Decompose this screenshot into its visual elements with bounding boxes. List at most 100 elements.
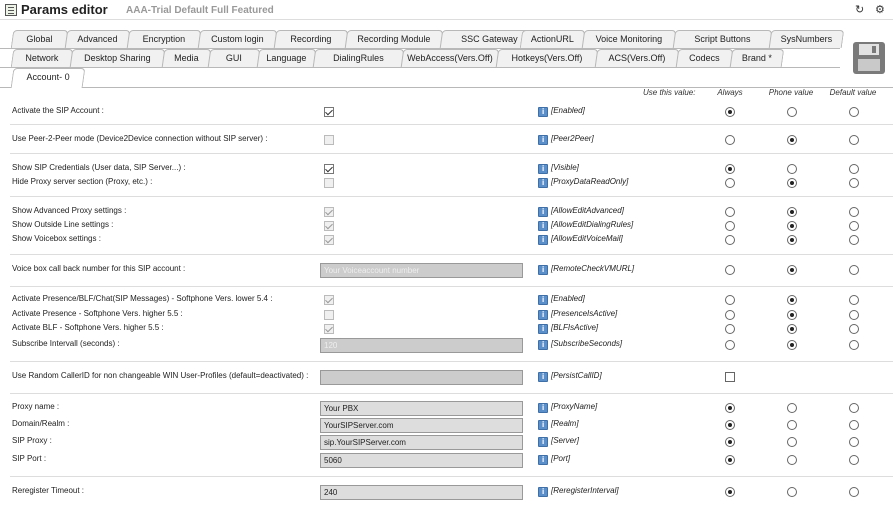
always-radio[interactable] xyxy=(725,221,735,231)
info-icon[interactable] xyxy=(538,372,548,382)
setting-checkbox[interactable] xyxy=(324,207,334,217)
always-radio[interactable] xyxy=(725,340,735,350)
tab-recording[interactable]: Recording xyxy=(273,30,349,48)
always-radio[interactable] xyxy=(725,420,735,430)
setting-input[interactable]: 240 xyxy=(320,485,523,500)
setting-input[interactable]: Your Voiceaccount number xyxy=(320,263,523,278)
setting-checkbox[interactable] xyxy=(324,310,334,320)
info-icon[interactable] xyxy=(538,265,548,275)
tab-brand[interactable]: Brand * xyxy=(729,49,785,67)
default-radio[interactable] xyxy=(849,455,859,465)
info-icon[interactable] xyxy=(538,340,548,350)
tab-dialingrules[interactable]: DialingRules xyxy=(312,49,405,67)
tab-encryption[interactable]: Encryption xyxy=(126,30,202,48)
phone-radio[interactable] xyxy=(787,178,797,188)
always-radio[interactable] xyxy=(725,178,735,188)
phone-radio[interactable] xyxy=(787,295,797,305)
tab-actionurl[interactable]: ActionURL xyxy=(519,30,586,48)
tab-sysnumbers[interactable]: SysNumbers xyxy=(768,30,845,48)
setting-input[interactable]: YourSIPServer.com xyxy=(320,418,523,433)
always-radio[interactable] xyxy=(725,265,735,275)
default-radio[interactable] xyxy=(849,437,859,447)
default-radio[interactable] xyxy=(849,340,859,350)
phone-radio[interactable] xyxy=(787,107,797,117)
default-radio[interactable] xyxy=(849,178,859,188)
always-checkbox[interactable] xyxy=(725,372,735,382)
info-icon[interactable] xyxy=(538,310,548,320)
default-radio[interactable] xyxy=(849,403,859,413)
always-radio[interactable] xyxy=(725,207,735,217)
settings-icon[interactable]: ⚙ xyxy=(875,3,885,16)
always-radio[interactable] xyxy=(725,310,735,320)
phone-radio[interactable] xyxy=(787,221,797,231)
tab-account-0[interactable]: Account- 0 xyxy=(10,68,86,88)
default-radio[interactable] xyxy=(849,207,859,217)
tab-hotkeys-vers-off[interactable]: Hotkeys(Vers.Off) xyxy=(495,49,599,67)
phone-radio[interactable] xyxy=(787,135,797,145)
default-radio[interactable] xyxy=(849,164,859,174)
tab-global[interactable]: Global xyxy=(10,30,69,48)
always-radio[interactable] xyxy=(725,235,735,245)
info-icon[interactable] xyxy=(538,221,548,231)
save-icon[interactable] xyxy=(853,42,885,74)
phone-radio[interactable] xyxy=(787,310,797,320)
info-icon[interactable] xyxy=(538,420,548,430)
info-icon[interactable] xyxy=(538,178,548,188)
info-icon[interactable] xyxy=(538,455,548,465)
info-icon[interactable] xyxy=(538,107,548,117)
phone-radio[interactable] xyxy=(787,420,797,430)
always-radio[interactable] xyxy=(725,455,735,465)
tab-language[interactable]: Language xyxy=(256,49,317,67)
default-radio[interactable] xyxy=(849,487,859,497)
tab-network[interactable]: Network xyxy=(10,49,74,67)
info-icon[interactable] xyxy=(538,324,548,334)
tab-custom-login[interactable]: Custom login xyxy=(197,30,278,48)
tab-gui[interactable]: GUI xyxy=(207,49,261,67)
setting-checkbox[interactable] xyxy=(324,235,334,245)
phone-radio[interactable] xyxy=(787,455,797,465)
tab-voice-monitoring[interactable]: Voice Monitoring xyxy=(581,30,677,48)
phone-radio[interactable] xyxy=(787,340,797,350)
phone-radio[interactable] xyxy=(787,324,797,334)
always-radio[interactable] xyxy=(725,324,735,334)
setting-input[interactable]: 120 xyxy=(320,338,523,353)
refresh-icon[interactable]: ↻ xyxy=(855,3,864,16)
phone-radio[interactable] xyxy=(787,403,797,413)
phone-radio[interactable] xyxy=(787,265,797,275)
always-radio[interactable] xyxy=(725,164,735,174)
setting-input[interactable]: 5060 xyxy=(320,453,523,468)
setting-checkbox[interactable] xyxy=(324,164,334,174)
default-radio[interactable] xyxy=(849,235,859,245)
always-radio[interactable] xyxy=(725,437,735,447)
info-icon[interactable] xyxy=(538,235,548,245)
phone-radio[interactable] xyxy=(787,235,797,245)
tab-recording-module[interactable]: Recording Module xyxy=(344,30,444,48)
setting-checkbox[interactable] xyxy=(324,107,334,117)
always-radio[interactable] xyxy=(725,295,735,305)
tab-script-buttons[interactable]: Script Buttons xyxy=(672,30,773,48)
default-radio[interactable] xyxy=(849,295,859,305)
phone-radio[interactable] xyxy=(787,487,797,497)
phone-radio[interactable] xyxy=(787,437,797,447)
default-radio[interactable] xyxy=(849,324,859,334)
info-icon[interactable] xyxy=(538,207,548,217)
tab-codecs[interactable]: Codecs xyxy=(675,49,734,67)
always-radio[interactable] xyxy=(725,107,735,117)
info-icon[interactable] xyxy=(538,295,548,305)
setting-checkbox[interactable] xyxy=(324,178,334,188)
phone-radio[interactable] xyxy=(787,164,797,174)
setting-checkbox[interactable] xyxy=(324,135,334,145)
info-icon[interactable] xyxy=(538,437,548,447)
tab-acs-vers-off[interactable]: ACS(Vers.Off) xyxy=(594,49,680,67)
default-radio[interactable] xyxy=(849,221,859,231)
phone-radio[interactable] xyxy=(787,207,797,217)
info-icon[interactable] xyxy=(538,164,548,174)
setting-checkbox[interactable] xyxy=(324,295,334,305)
info-icon[interactable] xyxy=(538,487,548,497)
setting-input[interactable]: sip.YourSIPServer.com xyxy=(320,435,523,450)
tab-desktop-sharing[interactable]: Desktop Sharing xyxy=(69,49,166,67)
setting-input[interactable]: Your PBX xyxy=(320,401,523,416)
tab-advanced[interactable]: Advanced xyxy=(64,30,131,48)
setting-checkbox[interactable] xyxy=(324,324,334,334)
default-radio[interactable] xyxy=(849,265,859,275)
